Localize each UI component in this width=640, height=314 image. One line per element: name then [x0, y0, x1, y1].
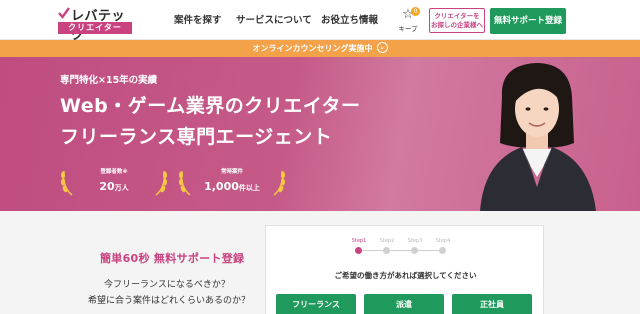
hero-title-line1: Web・ゲーム業界のクリエイター — [60, 95, 361, 117]
step-4-dot — [439, 247, 446, 254]
option-fulltime-button[interactable]: 正社員 — [452, 294, 532, 314]
nav-find-jobs[interactable]: 案件を探す — [174, 12, 222, 26]
question-text: 希望に合う案件はどれくらいあるのか？ — [88, 296, 251, 306]
signup-form-card: Step1 Step2 Step3 Step4 ご希望の働き方があれば選択してく… — [265, 225, 544, 314]
free-register-button[interactable]: 無料サポート登録 — [490, 8, 566, 34]
consultant-photo — [480, 63, 596, 211]
keep-count-badge: 0 — [411, 7, 420, 16]
for-companies-button[interactable]: クリエイターを お探しの企業様へ — [429, 8, 485, 33]
keep-label: キープ — [398, 25, 418, 33]
chevron-down-icon: ⌄ — [376, 42, 388, 53]
step-indicator: Step1 Step2 Step3 Step4 — [346, 238, 456, 258]
hero-subtitle: 専門特化×15年の実績 — [60, 75, 158, 86]
stat-projects: 常時案件 1,000件以上 — [178, 165, 286, 205]
nav-about-service[interactable]: サービスについて — [236, 12, 312, 26]
checkmark-icon — [58, 7, 70, 19]
keep-button[interactable]: ☆ 0 キープ — [396, 7, 420, 36]
hero-section: 専門特化×15年の実績 Web・ゲーム業界のクリエイター フリーランス専門エージ… — [0, 57, 640, 211]
stat-unit: 件以上 — [238, 184, 260, 192]
laurel-right-icon — [155, 170, 167, 196]
counseling-banner[interactable]: オンラインカウンセリング実施中 ⌄ — [0, 40, 640, 57]
step-3: Step3 — [407, 238, 423, 244]
stat-label: 常時案件 — [220, 169, 243, 175]
site-header: レバテック クリエイター 案件を探す サービスについて お役立ち情報 ☆ 0 キ… — [0, 0, 640, 43]
step-1: Step1 — [351, 238, 367, 244]
work-style-question: ご希望の働き方があれば選択してください — [334, 271, 477, 280]
stat-label: 登録者数※ — [100, 169, 128, 175]
step-2-dot — [383, 247, 390, 254]
laurel-right-icon — [273, 170, 285, 196]
option-freelance-button[interactable]: フリーランス — [276, 294, 356, 314]
hero-title-line2: フリーランス専門エージェント — [60, 126, 333, 148]
nav-useful-info[interactable]: お役立ち情報 — [321, 12, 378, 26]
stat-value: 1,000 — [204, 180, 239, 193]
laurel-left-icon — [179, 170, 191, 196]
laurel-left-icon — [61, 170, 73, 196]
step-2: Step2 — [379, 238, 395, 244]
stat-unit: 万人 — [114, 184, 129, 192]
banner-text: オンラインカウンセリング実施中 — [252, 44, 373, 53]
step-connector — [361, 250, 443, 251]
logo-subtext: クリエイター — [58, 22, 132, 34]
option-dispatch-button[interactable]: 派遣 — [364, 294, 444, 314]
question-text: 今フリーランスになるべきか？ — [104, 280, 230, 290]
logo[interactable]: レバテック クリエイター — [58, 6, 138, 43]
step-3-dot — [411, 247, 418, 254]
step-4: Step4 — [435, 238, 451, 244]
step-1-dot — [355, 247, 362, 254]
signup-title: 簡単60秒 無料サポート登録 — [100, 252, 245, 265]
stat-registrants: 登録者数※ 20万人 — [60, 165, 168, 205]
stat-value: 20 — [99, 180, 115, 193]
